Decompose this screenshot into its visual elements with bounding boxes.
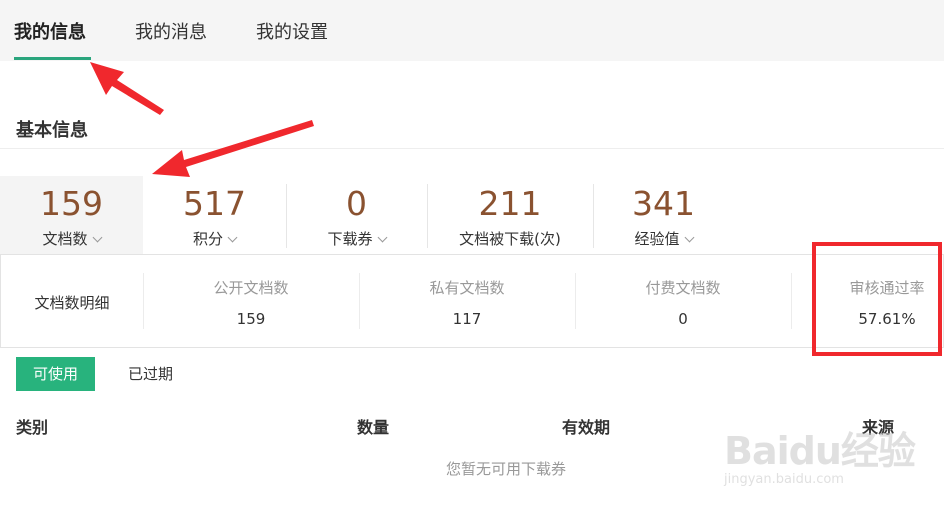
annotation-arrows <box>90 62 314 177</box>
arrow-to-tab <box>90 62 164 115</box>
arrow-to-stat <box>152 120 314 177</box>
